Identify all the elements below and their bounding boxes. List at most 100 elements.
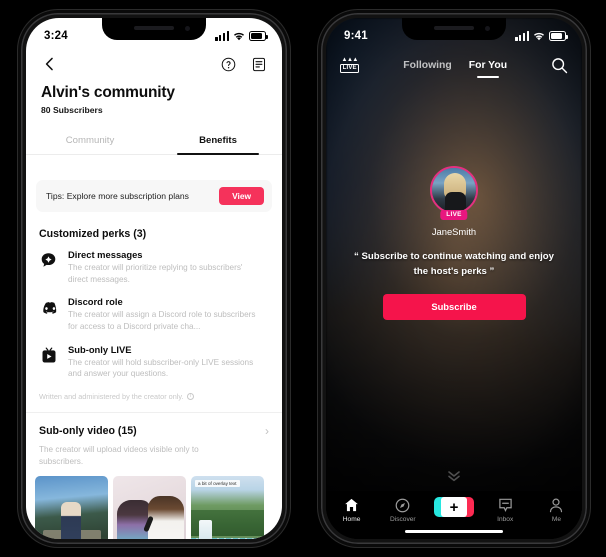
search-button[interactable]	[551, 57, 568, 74]
front-camera-icon	[185, 26, 190, 31]
video-thumbnail[interactable]	[35, 475, 108, 539]
question-circle-icon	[221, 57, 235, 71]
right-phone-screen: 9:41 ▲▲▲ LIVE Following For You LIVE Jan…	[326, 18, 582, 539]
signal-bars-icon	[515, 31, 529, 41]
live-label: LIVE	[340, 63, 360, 73]
tab-me[interactable]: Me	[531, 497, 582, 523]
live-crown-icon: ▲▲▲	[341, 57, 359, 64]
perk-text: Sub-only LIVE The creator will hold subs…	[68, 344, 264, 380]
video-section-description: The creator will upload videos visible o…	[39, 444, 199, 466]
perk-description: The creator will hold subscriber-only LI…	[68, 357, 254, 379]
screenshot-stage: 3:24 Alvin's community 80 Subscribers Co…	[0, 0, 606, 557]
notch	[402, 18, 506, 40]
video-thumbnail[interactable]	[113, 475, 186, 539]
phone-mockup-right: 9:41 ▲▲▲ LIVE Following For You LIVE Jan…	[318, 10, 590, 547]
person-icon	[549, 497, 563, 513]
community-notes-button[interactable]	[249, 54, 269, 74]
community-tabs: Community Benefits	[26, 128, 282, 155]
feed-tabs: Following For You	[403, 60, 507, 78]
page-title: Alvin's community	[41, 84, 175, 101]
feed-nav-bar: ▲▲▲ LIVE Following For You	[326, 48, 582, 82]
perk-item[interactable]: Discord role The creator will assign a D…	[26, 287, 282, 334]
subscribe-gate: LIVE JaneSmith “ Subscribe to continue w…	[326, 166, 582, 320]
perk-item[interactable]: Direct messages The creator will priorit…	[26, 240, 282, 287]
tab-discover[interactable]: Discover	[377, 497, 428, 523]
creator-note: Written and administered by the creator …	[26, 382, 282, 401]
community-title-block: Alvin's community 80 Subscribers	[26, 80, 282, 115]
subscriber-count: 80 Subscribers	[41, 105, 103, 115]
tab-label: Discover	[389, 516, 416, 523]
video-section-title: Sub-only video (15)	[39, 424, 137, 437]
subscribe-gate-message: “ Subscribe to continue watching and enj…	[354, 251, 554, 277]
video-thumbnail-row: a bit of overlay text	[26, 468, 282, 539]
document-list-icon	[252, 57, 266, 71]
status-indicators	[215, 31, 268, 41]
tab-following[interactable]: Following	[403, 60, 451, 71]
tab-create[interactable]: +	[428, 497, 479, 517]
live-entry-button[interactable]: ▲▲▲ LIVE	[340, 57, 360, 73]
front-camera-icon	[485, 26, 490, 31]
signal-bars-icon	[215, 31, 229, 41]
community-header	[26, 48, 282, 80]
perk-item[interactable]: Sub-only LIVE The creator will hold subs…	[26, 335, 282, 382]
thumb-art	[199, 519, 212, 539]
view-plans-button[interactable]: View	[219, 187, 264, 205]
help-button[interactable]	[218, 54, 238, 74]
wifi-icon	[534, 32, 544, 40]
tab-benefits[interactable]: Benefits	[154, 128, 282, 155]
perk-description: The creator will assign a Discord role t…	[68, 310, 256, 331]
inbox-message-icon	[498, 497, 513, 513]
search-icon	[552, 57, 568, 73]
direct-message-icon	[39, 251, 58, 270]
perk-text: Direct messages The creator will priorit…	[68, 249, 264, 285]
speaker-grille-icon	[134, 26, 174, 30]
status-time: 3:24	[44, 30, 68, 42]
status-time: 9:41	[344, 30, 368, 42]
tab-label: Me	[551, 516, 561, 523]
tab-home[interactable]: Home	[326, 497, 377, 523]
compass-icon	[395, 497, 410, 513]
home-indicator[interactable]	[405, 529, 503, 533]
battery-icon	[249, 31, 268, 41]
notch	[102, 18, 206, 40]
perk-name: Discord role	[68, 296, 123, 308]
chevron-right-icon[interactable]: ›	[265, 424, 269, 438]
home-icon	[344, 497, 359, 513]
status-badge: LIVE	[440, 209, 468, 220]
creator-username[interactable]: JaneSmith	[432, 226, 476, 237]
perks-section-title: Customized perks (3)	[39, 228, 147, 240]
chevron-left-icon	[45, 57, 53, 71]
avatar[interactable]: LIVE	[430, 166, 478, 220]
discord-icon	[39, 298, 58, 317]
tab-community[interactable]: Community	[26, 128, 154, 154]
header-actions	[218, 54, 269, 74]
thumb-art	[117, 499, 151, 539]
create-plus-icon[interactable]: +	[434, 497, 474, 517]
status-indicators	[515, 31, 568, 41]
benefits-scroll-area[interactable]: Tips: Explore more subscription plans Vi…	[26, 170, 282, 539]
creator-note-text: Written and administered by the creator …	[39, 391, 184, 401]
info-circle-icon[interactable]: i	[186, 392, 195, 401]
perk-text: Discord role The creator will assign a D…	[68, 296, 264, 332]
wifi-icon	[234, 32, 244, 40]
video-thumbnail[interactable]: a bit of overlay text	[191, 475, 264, 539]
sub-only-video-header[interactable]: Sub-only video (15) ›	[26, 413, 282, 438]
double-chevron-down-icon[interactable]	[447, 470, 461, 483]
left-phone-content: Alvin's community 80 Subscribers Communi…	[26, 48, 282, 539]
thumb-art	[61, 501, 81, 539]
back-button[interactable]	[39, 54, 59, 74]
tab-label: Home	[342, 516, 361, 523]
speaker-grille-icon	[434, 26, 474, 30]
perk-description: The creator will prioritize replying to …	[68, 263, 243, 284]
tab-for-you[interactable]: For You	[469, 60, 507, 78]
tab-inbox[interactable]: Inbox	[480, 497, 531, 523]
perk-name: Direct messages	[68, 249, 143, 260]
phone-mockup-left: 3:24 Alvin's community 80 Subscribers Co…	[18, 10, 290, 547]
tab-label: Inbox	[497, 516, 514, 523]
left-phone-screen: 3:24 Alvin's community 80 Subscribers Co…	[26, 18, 282, 539]
creator-avatar-image	[430, 166, 478, 214]
sub-only-live-icon	[39, 346, 58, 365]
subscribe-button[interactable]: Subscribe	[382, 293, 526, 320]
thumbnail-caption: a bit of overlay text	[195, 479, 240, 487]
tips-text: Tips: Explore more subscription plans	[46, 191, 189, 201]
